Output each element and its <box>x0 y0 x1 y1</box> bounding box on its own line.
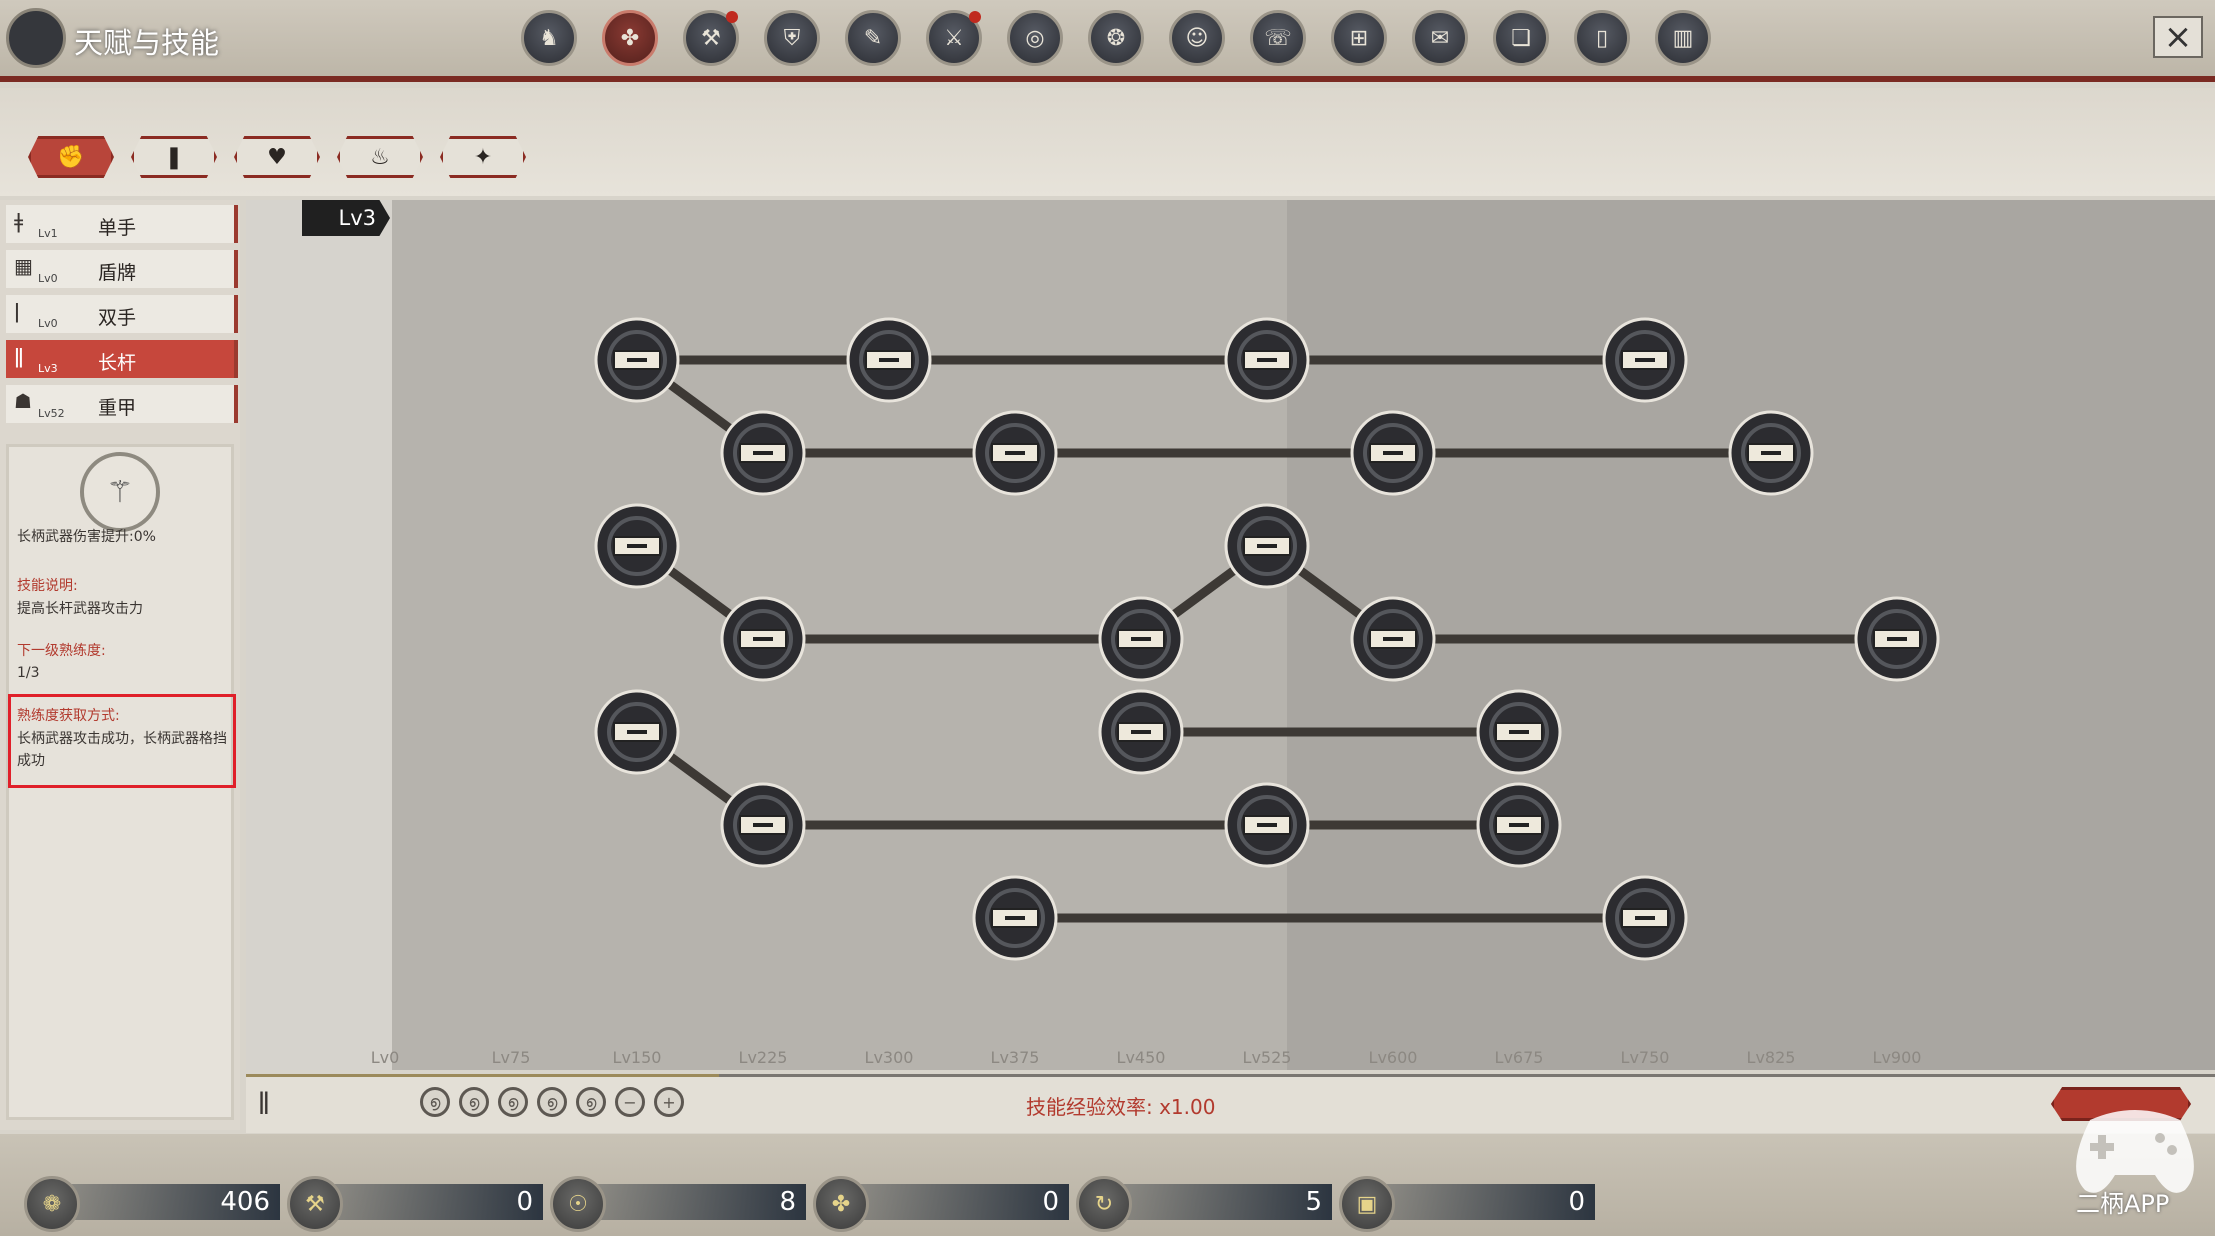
skill-node[interactable] <box>1098 596 1184 682</box>
ability-slot-icon: ൭ <box>420 1087 450 1117</box>
skill-node[interactable] <box>1476 689 1562 775</box>
current-level-badge: Lv3 <box>302 200 390 236</box>
skill-node[interactable] <box>720 410 806 496</box>
level-tick-label: Lv75 <box>491 1048 531 1067</box>
polearm-indicator-icon: ǁ <box>258 1087 270 1115</box>
skill-node[interactable] <box>972 875 1058 961</box>
level-tick-label: Lv750 <box>1620 1048 1670 1067</box>
skill-node[interactable] <box>594 503 680 589</box>
resource-value: 0 <box>849 1184 1069 1220</box>
skill-node[interactable] <box>1854 596 1940 682</box>
skill-node[interactable] <box>1350 410 1436 496</box>
skill-node[interactable] <box>720 596 806 682</box>
watermark-text: 二柄APP <box>2076 1190 2170 1218</box>
resource-value: 8 <box>586 1184 806 1220</box>
ability-slot-icon: ൭ <box>498 1087 528 1117</box>
level-tick-label: Lv900 <box>1872 1048 1922 1067</box>
ability-slot-icon: ൭ <box>576 1087 606 1117</box>
level-tick-label: Lv525 <box>1242 1048 1292 1067</box>
skill-node[interactable] <box>594 317 680 403</box>
skill-node[interactable] <box>1476 782 1562 868</box>
level-tick-label: Lv600 <box>1368 1048 1418 1067</box>
zoom-out-button[interactable]: − <box>615 1087 645 1117</box>
progress-fill <box>246 1074 719 1077</box>
coins-icon: ❁ <box>24 1176 80 1232</box>
exp-rate-text: 技能经验效率: x1.00 <box>1026 1095 1216 1119</box>
level-tick-label: Lv300 <box>864 1048 914 1067</box>
chest-icon: ▣ <box>1339 1176 1395 1232</box>
ouroboros-icon: ☉ <box>550 1176 606 1232</box>
skill-node[interactable] <box>1224 782 1310 868</box>
skill-node[interactable] <box>1350 596 1436 682</box>
skill-node[interactable] <box>972 410 1058 496</box>
skill-node[interactable] <box>1602 875 1688 961</box>
skill-node[interactable] <box>846 317 932 403</box>
hammer-icon: ⚒ <box>287 1176 343 1232</box>
resource-value: 406 <box>60 1184 280 1220</box>
skill-node[interactable] <box>594 689 680 775</box>
skill-progress-bar: ǁ ൭ ൭ ൭ ൭ ൭− + 技能经验效率: x1.00 <box>246 1074 2215 1133</box>
level-tick-label: Lv825 <box>1746 1048 1796 1067</box>
level-tick-label: Lv0 <box>370 1048 400 1067</box>
zoom-in-button[interactable]: + <box>654 1087 684 1117</box>
ability-slot-icon: ൭ <box>459 1087 489 1117</box>
resource-value: 5 <box>1112 1184 1332 1220</box>
skill-node[interactable] <box>1602 317 1688 403</box>
resource-bar: 406 ❁ 0 ⚒ 8 ☉ 0 ✤ 5 ↻ 0 ▣ <box>0 1134 2215 1236</box>
resource-value: 0 <box>323 1184 543 1220</box>
level-tick-label: Lv150 <box>612 1048 662 1067</box>
ability-slot-icon: ൭ <box>537 1087 567 1117</box>
level-tick-label: Lv225 <box>738 1048 788 1067</box>
resource-value: 0 <box>1375 1184 1595 1220</box>
skill-node[interactable] <box>1224 503 1310 589</box>
cycle-icon: ↻ <box>1076 1176 1132 1232</box>
skill-node[interactable] <box>1728 410 1814 496</box>
skill-node[interactable] <box>720 782 806 868</box>
level-tick-label: Lv675 <box>1494 1048 1544 1067</box>
level-tick-label: Lv375 <box>990 1048 1040 1067</box>
talent-point-icon: ✤ <box>813 1176 869 1232</box>
level-tick-label: Lv450 <box>1116 1048 1166 1067</box>
skill-node[interactable] <box>1098 689 1184 775</box>
skill-node[interactable] <box>1224 317 1310 403</box>
